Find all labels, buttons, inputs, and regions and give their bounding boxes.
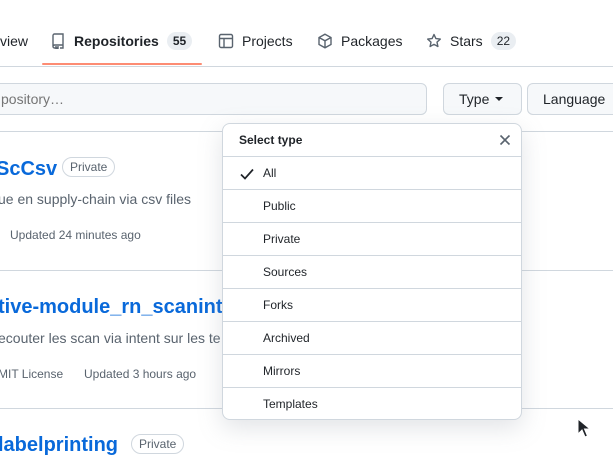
option-label: Archived (263, 331, 310, 345)
repo-icon (52, 33, 64, 49)
tab-overview-label: view (0, 33, 29, 49)
active-tab-underline (42, 63, 202, 65)
repo-nav: view Repositories 55 Projects Packages S… (0, 0, 613, 67)
repo-description: ue en supply-chain via csv files (0, 191, 191, 207)
dropdown-header: Select type (223, 124, 521, 157)
tab-repositories[interactable]: Repositories 55 (50, 30, 193, 52)
option-label: Sources (263, 265, 308, 279)
dropdown-title: Select type (239, 133, 303, 147)
type-option-public[interactable]: Public (223, 190, 521, 223)
repo-license: MIT License (0, 367, 64, 381)
option-label: Private (263, 232, 301, 246)
repo-updated: Updated 24 minutes ago (10, 228, 141, 242)
type-option-forks[interactable]: Forks (223, 289, 521, 322)
type-option-sources[interactable]: Sources (223, 256, 521, 289)
select-type-dropdown: Select type All Public Private Sources F… (222, 123, 522, 420)
repo-link[interactable]: labelprinting (0, 434, 118, 457)
tab-projects[interactable]: Projects (218, 30, 293, 52)
star-icon (427, 33, 441, 48)
visibility-badge: Private (62, 157, 116, 177)
repo-description: ecouter les scan via intent sur les te (0, 330, 221, 346)
option-label: Templates (263, 397, 318, 411)
close-button[interactable] (498, 133, 512, 147)
tab-packages[interactable]: Packages (317, 30, 402, 52)
type-option-all[interactable]: All (223, 157, 521, 190)
language-filter-button[interactable]: Language (527, 83, 613, 115)
stars-count-badge: 22 (490, 32, 517, 50)
find-repository-input[interactable] (0, 83, 427, 115)
option-label: All (263, 166, 277, 180)
table-icon (218, 33, 234, 49)
mouse-pointer-icon (577, 418, 591, 438)
option-label: Forks (263, 298, 293, 312)
option-label: Mirrors (263, 364, 301, 378)
check-icon (239, 167, 255, 181)
tab-packages-label: Packages (341, 33, 403, 49)
tab-stars-label: Stars (450, 33, 483, 49)
tab-overview[interactable]: view (0, 30, 28, 52)
type-option-archived[interactable]: Archived (223, 322, 521, 355)
repo-updated: Updated 3 hours ago (84, 367, 197, 381)
tab-projects-label: Projects (242, 33, 293, 49)
tab-repositories-label: Repositories (74, 33, 159, 49)
repo-link[interactable]: tive-module_rn_scanint (0, 296, 223, 319)
type-option-templates[interactable]: Templates (223, 388, 521, 419)
close-icon (499, 134, 511, 146)
tab-stars[interactable]: Stars 22 (426, 30, 517, 52)
visibility-badge: Private (131, 434, 185, 454)
caret-down-icon (495, 97, 504, 101)
type-option-mirrors[interactable]: Mirrors (223, 355, 521, 388)
type-filter-label: Type (459, 91, 490, 107)
language-filter-label: Language (543, 91, 606, 107)
type-option-private[interactable]: Private (223, 223, 521, 256)
repositories-count-badge: 55 (166, 32, 193, 50)
repo-link[interactable]: ScCsv (0, 158, 57, 181)
option-label: Public (263, 199, 296, 213)
type-filter-button[interactable]: Type (443, 83, 522, 115)
package-icon (318, 33, 332, 49)
